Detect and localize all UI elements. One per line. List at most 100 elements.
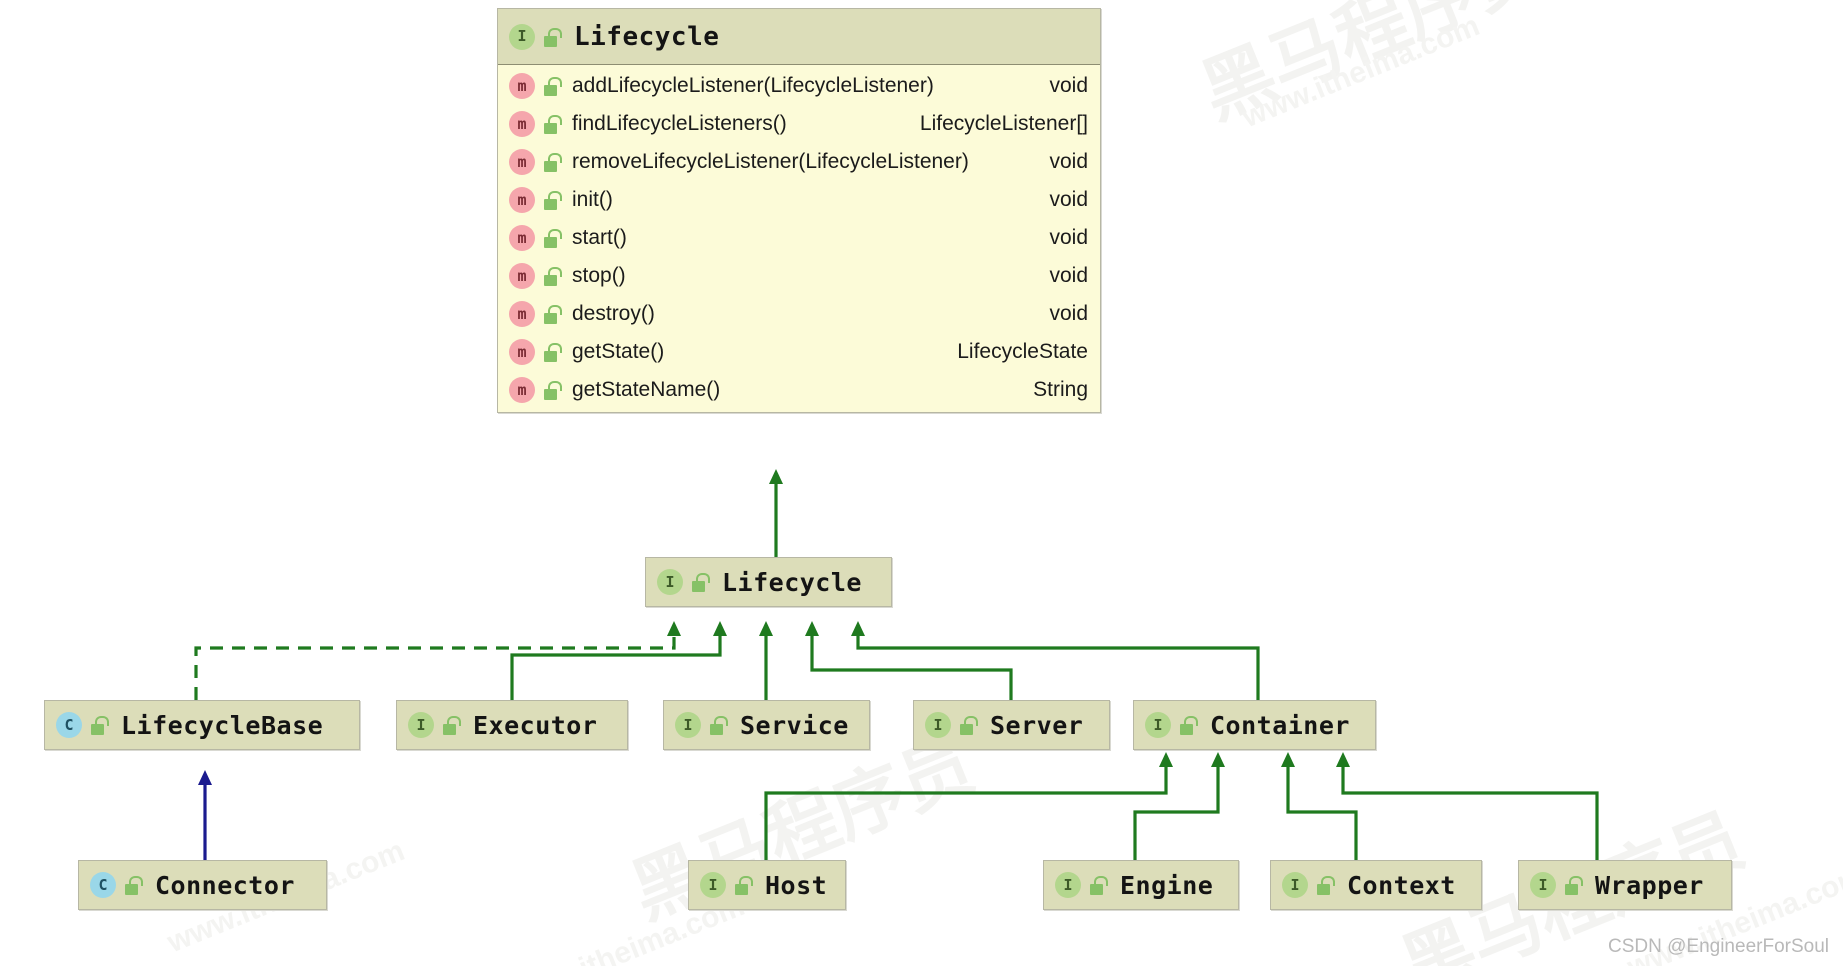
member-list: m addLifecycleListener(LifecycleListener… <box>498 65 1100 412</box>
member-signature: stop() <box>572 264 626 287</box>
member-signature: init() <box>572 188 613 211</box>
class-box-connector[interactable]: C Connector <box>78 860 327 910</box>
unlocked-public-icon <box>123 875 143 895</box>
class-icon: C <box>90 872 116 898</box>
class-box-host[interactable]: I Host <box>688 860 846 910</box>
unlocked-public-icon <box>708 715 728 735</box>
class-name-label: Wrapper <box>1595 870 1704 900</box>
edge-server-to-lifecycleref <box>805 621 1013 700</box>
method-icon: m <box>509 263 535 289</box>
member-return-type: String <box>1033 378 1088 401</box>
unlocked-public-icon <box>542 190 562 210</box>
unlocked-public-icon <box>542 114 562 134</box>
unlocked-public-icon <box>1563 875 1583 895</box>
unlocked-public-icon <box>1178 715 1198 735</box>
class-box-lifecyclebase[interactable]: C LifecycleBase <box>44 700 360 750</box>
interface-icon: I <box>675 712 701 738</box>
method-icon: m <box>509 73 535 99</box>
class-box-lifecycle-interface[interactable]: I Lifecycle m addLifecycleListener(Lifec… <box>497 8 1101 413</box>
unlocked-public-icon <box>542 76 562 96</box>
edge-host-to-container <box>764 752 1173 860</box>
member-row[interactable]: m stop() void <box>498 257 1100 295</box>
interface-icon: I <box>1055 872 1081 898</box>
member-signature: destroy() <box>572 302 655 325</box>
watermark-site: www.itheima.com <box>1237 8 1485 135</box>
member-row[interactable]: m start() void <box>498 219 1100 257</box>
member-return-type: LifecycleState <box>957 340 1088 363</box>
interface-icon: I <box>1282 872 1308 898</box>
member-row[interactable]: m removeLifecycleListener(LifecycleListe… <box>498 143 1100 181</box>
member-signature: getStateName() <box>572 378 721 401</box>
member-row[interactable]: m addLifecycleListener(LifecycleListener… <box>498 67 1100 105</box>
interface-icon: I <box>657 569 683 595</box>
class-name-label: Context <box>1347 870 1456 900</box>
interface-icon: I <box>700 872 726 898</box>
interface-icon: I <box>1530 872 1556 898</box>
member-signature: findLifecycleListeners() <box>572 112 787 135</box>
member-signature: addLifecycleListener(LifecycleListener) <box>572 74 934 97</box>
class-name-label: Service <box>740 710 849 740</box>
class-box-executor[interactable]: I Executor <box>396 700 628 750</box>
uml-diagram-canvas: 黑马程序员 www.itheima.com 黑马程序员 黑马程序员 www.it… <box>0 0 1843 966</box>
csdn-credit-label: CSDN @EngineerForSoul <box>1608 936 1829 957</box>
watermark-brand: 黑马程序员 <box>1190 0 1555 134</box>
class-box-container[interactable]: I Container <box>1133 700 1376 750</box>
unlocked-public-icon <box>542 266 562 286</box>
member-row[interactable]: m getState() LifecycleState <box>498 333 1100 371</box>
class-box-lifecycle-ref[interactable]: I Lifecycle <box>645 557 892 607</box>
class-name-label: Host <box>765 870 828 900</box>
unlocked-public-icon <box>441 715 461 735</box>
edge-lifecyclebase-to-lifecycleref <box>194 621 681 700</box>
class-box-header: I Lifecycle <box>498 9 1100 65</box>
class-name-label: Container <box>1210 710 1350 740</box>
interface-icon: I <box>1145 712 1171 738</box>
member-signature: getState() <box>572 340 665 363</box>
method-icon: m <box>509 339 535 365</box>
edge-executor-to-lifecycleref <box>510 621 727 700</box>
method-icon: m <box>509 187 535 213</box>
member-return-type: void <box>1049 302 1088 325</box>
method-icon: m <box>509 225 535 251</box>
member-return-type: void <box>1049 150 1088 173</box>
class-name-label: Lifecycle <box>574 21 720 52</box>
member-return-type: LifecycleListener[] <box>919 112 1088 135</box>
unlocked-public-icon <box>542 27 562 47</box>
unlocked-public-icon <box>542 152 562 172</box>
class-box-wrapper[interactable]: I Wrapper <box>1518 860 1732 910</box>
member-return-type: void <box>1049 264 1088 287</box>
edge-engine-to-container <box>1133 752 1225 860</box>
class-icon: C <box>56 712 82 738</box>
member-return-type: void <box>1049 188 1088 211</box>
unlocked-public-icon <box>542 342 562 362</box>
unlocked-public-icon <box>89 715 109 735</box>
method-icon: m <box>509 377 535 403</box>
unlocked-public-icon <box>1088 875 1108 895</box>
unlocked-public-icon <box>1315 875 1335 895</box>
unlocked-public-icon <box>733 875 753 895</box>
unlocked-public-icon <box>542 228 562 248</box>
edge-container-to-lifecycleref <box>851 621 1260 700</box>
unlocked-public-icon <box>542 304 562 324</box>
member-row[interactable]: m init() void <box>498 181 1100 219</box>
member-row[interactable]: m destroy() void <box>498 295 1100 333</box>
member-return-type: void <box>1049 74 1088 97</box>
member-signature: removeLifecycleListener(LifecycleListene… <box>572 150 969 173</box>
class-box-context[interactable]: I Context <box>1270 860 1482 910</box>
unlocked-public-icon <box>542 380 562 400</box>
class-name-label: Lifecycle <box>722 567 862 597</box>
member-row[interactable]: m findLifecycleListeners() LifecycleList… <box>498 105 1100 143</box>
member-return-type: void <box>1049 226 1088 249</box>
unlocked-public-icon <box>958 715 978 735</box>
unlocked-public-icon <box>690 572 710 592</box>
method-icon: m <box>509 149 535 175</box>
class-name-label: Server <box>990 710 1084 740</box>
class-name-label: Engine <box>1120 870 1214 900</box>
class-box-server[interactable]: I Server <box>913 700 1110 750</box>
interface-icon: I <box>925 712 951 738</box>
member-signature: start() <box>572 226 627 249</box>
interface-icon: I <box>408 712 434 738</box>
class-box-service[interactable]: I Service <box>663 700 870 750</box>
class-name-label: Connector <box>155 870 295 900</box>
member-row[interactable]: m getStateName() String <box>498 371 1100 409</box>
class-box-engine[interactable]: I Engine <box>1043 860 1239 910</box>
